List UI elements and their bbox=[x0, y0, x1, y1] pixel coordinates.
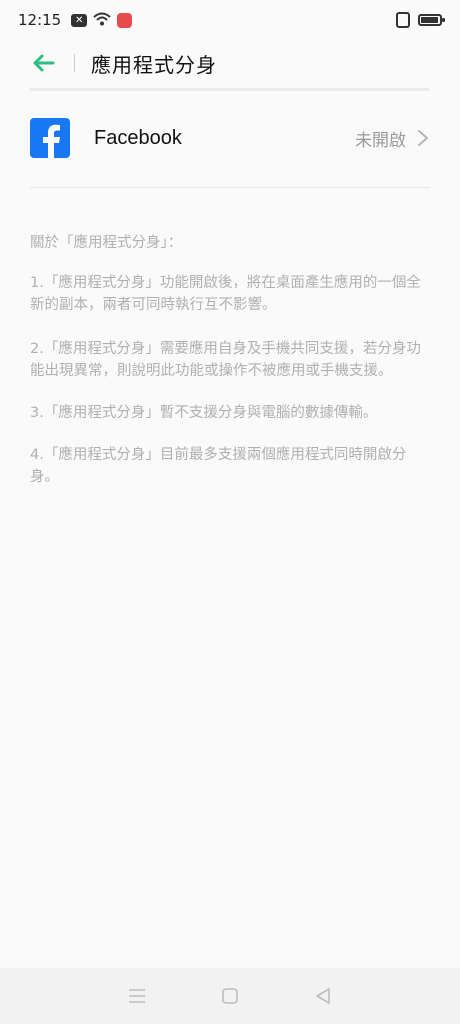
header: 應用程式分身 bbox=[0, 40, 460, 86]
app-clone-status: 未開啟 bbox=[355, 130, 406, 151]
info-item-1: 1.「應用程式分身」功能開啟後，將在桌面產生應用的一個全新的副本，兩者可同時執行… bbox=[30, 275, 421, 313]
header-divider-line bbox=[30, 88, 430, 91]
nav-back-button[interactable] bbox=[308, 981, 338, 1011]
nav-home-button[interactable] bbox=[215, 981, 245, 1011]
nfc-icon bbox=[396, 12, 410, 28]
menu-icon bbox=[128, 989, 145, 1003]
battery-icon bbox=[418, 14, 445, 26]
status-left-icons: ✕ bbox=[71, 11, 133, 30]
notification-x-icon: ✕ bbox=[71, 13, 88, 27]
nav-menu-button[interactable] bbox=[122, 981, 152, 1011]
info-item-2: 2.「應用程式分身」需要應用自身及手機共同支援，若分身功能出現異常，則說明此功能… bbox=[30, 341, 421, 379]
back-button[interactable] bbox=[30, 49, 58, 77]
wifi-icon bbox=[93, 11, 111, 30]
info-heading: 關於「應用程式分身」： bbox=[30, 235, 183, 251]
app-name: Facebook bbox=[94, 126, 182, 149]
chevron-right-icon bbox=[418, 130, 428, 146]
status-bar: 12:15 ✕ bbox=[0, 0, 460, 40]
info-item-4: 4.「應用程式分身」目前最多支援兩個應用程式同時開啟分身。 bbox=[30, 447, 407, 485]
list-divider bbox=[30, 187, 430, 188]
info-item-3: 3.「應用程式分身」暫不支援分身與電腦的數據傳輸。 bbox=[30, 405, 378, 421]
status-right-icons bbox=[396, 12, 445, 28]
home-icon bbox=[222, 988, 238, 1004]
header-divider bbox=[74, 54, 75, 72]
back-triangle-icon bbox=[316, 988, 331, 1004]
page-title: 應用程式分身 bbox=[91, 52, 217, 77]
app-clone-item-facebook[interactable]: Facebook 未開啟 bbox=[30, 112, 430, 164]
arrow-left-icon bbox=[33, 54, 55, 72]
app-notification-icon bbox=[117, 12, 133, 28]
system-nav-bar bbox=[0, 968, 460, 1024]
status-time: 12:15 bbox=[18, 11, 62, 29]
facebook-icon bbox=[30, 118, 70, 158]
